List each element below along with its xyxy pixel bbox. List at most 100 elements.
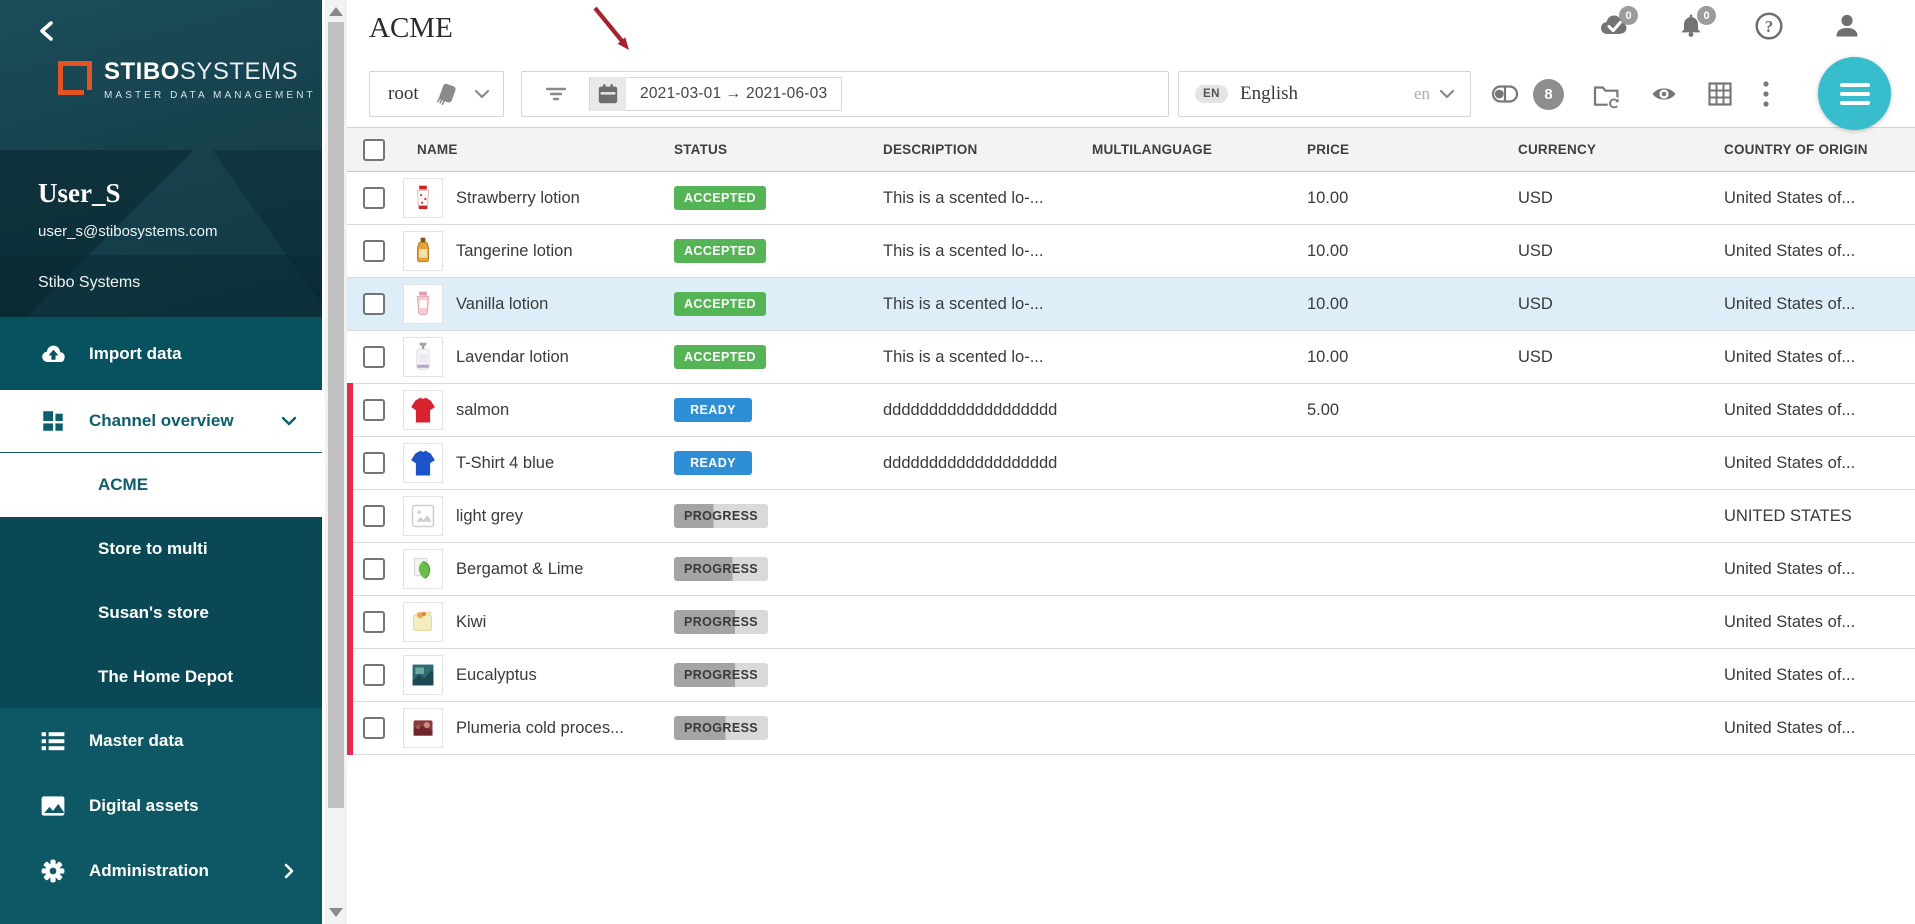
price-cell: 10.00 xyxy=(1307,295,1518,314)
row-checkbox[interactable] xyxy=(363,399,385,421)
row-checkbox[interactable] xyxy=(363,452,385,474)
date-range-value: 2021-03-01 → 2021-06-03 xyxy=(626,85,841,103)
column-header-country[interactable]: COUNTRY OF ORIGIN xyxy=(1724,142,1915,157)
image-icon xyxy=(38,791,68,821)
brand-bold: STIBO xyxy=(104,58,180,85)
table-row[interactable]: KiwiPROGRESSUnited States of... xyxy=(347,596,1915,649)
description-cell: ddddddddddddddddddd xyxy=(883,454,1092,473)
table-row[interactable]: Bergamot & LimePROGRESSUnited States of.… xyxy=(347,543,1915,596)
description-cell: This is a scented lo-... xyxy=(883,242,1092,261)
folder-sync-button[interactable] xyxy=(1591,79,1622,109)
folder-sync-icon xyxy=(1591,79,1622,109)
filter-funnel-icon[interactable] xyxy=(543,83,569,105)
compare-toggle-icon xyxy=(1490,80,1520,108)
product-card-icon xyxy=(432,81,459,108)
row-checkbox[interactable] xyxy=(363,558,385,580)
row-checkbox[interactable] xyxy=(363,293,385,315)
flag-stripe xyxy=(347,452,353,474)
status-badge: ACCEPTED xyxy=(674,239,766,263)
sidebar-subitem-susans-store[interactable]: Susan's store xyxy=(0,581,322,645)
stibo-systems-logo: STIBOSYSTEMS MASTER DATA MANAGEMENT xyxy=(58,58,316,101)
status-badge: ACCEPTED xyxy=(674,345,766,369)
table-row[interactable]: Plumeria cold proces...PROGRESSUnited St… xyxy=(347,702,1915,755)
svg-text:?: ? xyxy=(1765,17,1774,36)
flag-stripe xyxy=(347,399,353,421)
filter-bar: 2021-03-01 → 2021-06-03 xyxy=(521,71,1169,117)
app-window: { "sidebar": { "logo": { "brand_bold": "… xyxy=(0,0,1915,924)
sidebar-subitem-the-home-depot[interactable]: The Home Depot xyxy=(0,645,322,708)
row-checkbox[interactable] xyxy=(363,346,385,368)
content-scrollbar xyxy=(322,0,347,924)
notifications-button[interactable]: 0 xyxy=(1675,10,1707,42)
table-row[interactable]: Vanilla lotionACCEPTEDThis is a scented … xyxy=(347,278,1915,331)
toolbar: root 2021-03-01 → 2021-06-03 EN English … xyxy=(347,71,1915,117)
table-row[interactable]: light greyPROGRESSUNITED STATES xyxy=(347,490,1915,543)
table-tool-icons: 8 xyxy=(1490,71,1771,117)
product-thumbnail xyxy=(403,496,443,536)
select-all-checkbox[interactable] xyxy=(363,139,385,161)
table-row[interactable]: Strawberry lotionACCEPTEDThis is a scent… xyxy=(347,172,1915,225)
sidebar-item-import-data[interactable]: Import data xyxy=(0,317,322,390)
scrollbar-thumb[interactable] xyxy=(328,22,344,808)
scroll-up-arrow[interactable] xyxy=(329,7,343,16)
row-checkbox[interactable] xyxy=(363,505,385,527)
country-cell: United States of... xyxy=(1724,719,1915,738)
row-checkbox[interactable] xyxy=(363,611,385,633)
sidebar-item-digital-assets[interactable]: Digital assets xyxy=(0,773,322,838)
chevron-right-icon xyxy=(280,862,298,880)
description-cell: ddddddddddddddddddd xyxy=(883,401,1092,420)
product-name: Tangerine lotion xyxy=(456,242,573,261)
sidebar-subitem-store-to-multi[interactable]: Store to multi xyxy=(0,517,322,581)
scroll-down-arrow[interactable] xyxy=(329,908,343,917)
date-range-filter[interactable]: 2021-03-01 → 2021-06-03 xyxy=(589,77,842,111)
status-badge: PROGRESS xyxy=(674,504,768,528)
status-badge: PROGRESS xyxy=(674,557,768,581)
tasks-count-badge: 0 xyxy=(1619,6,1638,25)
table-view-button[interactable] xyxy=(1706,80,1734,108)
column-header-price[interactable]: PRICE xyxy=(1307,142,1518,157)
row-checkbox[interactable] xyxy=(363,717,385,739)
status-badge: ACCEPTED xyxy=(674,186,766,210)
compare-count-badge: 8 xyxy=(1533,79,1564,110)
table-row[interactable]: T-Shirt 4 blueREADYdddddddddddddddddddUn… xyxy=(347,437,1915,490)
price-cell: 5.00 xyxy=(1307,401,1518,420)
product-thumbnail xyxy=(403,602,443,642)
compare-toggle-button[interactable] xyxy=(1490,80,1520,108)
table-row[interactable]: EucalyptusPROGRESSUnited States of... xyxy=(347,649,1915,702)
row-checkbox[interactable] xyxy=(363,240,385,262)
sidebar-item-channel-overview[interactable]: Channel overview xyxy=(0,390,322,452)
row-checkbox[interactable] xyxy=(363,664,385,686)
row-checkbox[interactable] xyxy=(363,187,385,209)
sidebar-item-administration[interactable]: Administration xyxy=(0,838,322,903)
user-profile-button[interactable] xyxy=(1831,10,1863,42)
preview-button[interactable] xyxy=(1649,81,1679,107)
table-grid-icon xyxy=(1706,80,1734,108)
column-header-description[interactable]: DESCRIPTION xyxy=(883,142,1092,157)
tasks-button[interactable]: 0 xyxy=(1597,10,1629,42)
status-badge: PROGRESS xyxy=(674,716,768,740)
sidebar-subitem-acme[interactable]: ACME xyxy=(0,452,322,517)
column-header-currency[interactable]: CURRENCY xyxy=(1518,142,1724,157)
table-row[interactable]: salmonREADYddddddddddddddddddd5.00United… xyxy=(347,384,1915,437)
language-selector[interactable]: EN English en xyxy=(1178,71,1471,117)
table-row[interactable]: Lavendar lotionACCEPTEDThis is a scented… xyxy=(347,331,1915,384)
collapse-sidebar-button[interactable] xyxy=(30,14,64,48)
country-cell: United States of... xyxy=(1724,666,1915,685)
table-row[interactable]: Tangerine lotion ACCEPTED This is a scente… xyxy=(347,225,1915,278)
country-cell: United States of... xyxy=(1724,348,1915,367)
country-cell: United States of... xyxy=(1724,613,1915,632)
product-name: salmon xyxy=(456,401,509,420)
column-header-status[interactable]: STATUS xyxy=(674,142,883,157)
product-name: Strawberry lotion xyxy=(456,189,580,208)
hierarchy-context-selector[interactable]: root xyxy=(369,71,504,117)
column-header-name[interactable]: NAME xyxy=(403,142,674,157)
column-header-multilanguage[interactable]: MULTILANGUAGE xyxy=(1092,142,1307,157)
sidebar-item-label: Master data xyxy=(89,731,183,751)
product-thumbnail xyxy=(403,655,443,695)
language-code-badge: EN xyxy=(1195,85,1228,103)
sidebar-item-master-data[interactable]: Master data xyxy=(0,708,322,773)
more-options-button[interactable] xyxy=(1761,79,1771,109)
help-button[interactable]: ? xyxy=(1753,10,1785,42)
menu-fab-button[interactable] xyxy=(1818,57,1891,130)
description-cell: This is a scented lo-... xyxy=(883,295,1092,314)
